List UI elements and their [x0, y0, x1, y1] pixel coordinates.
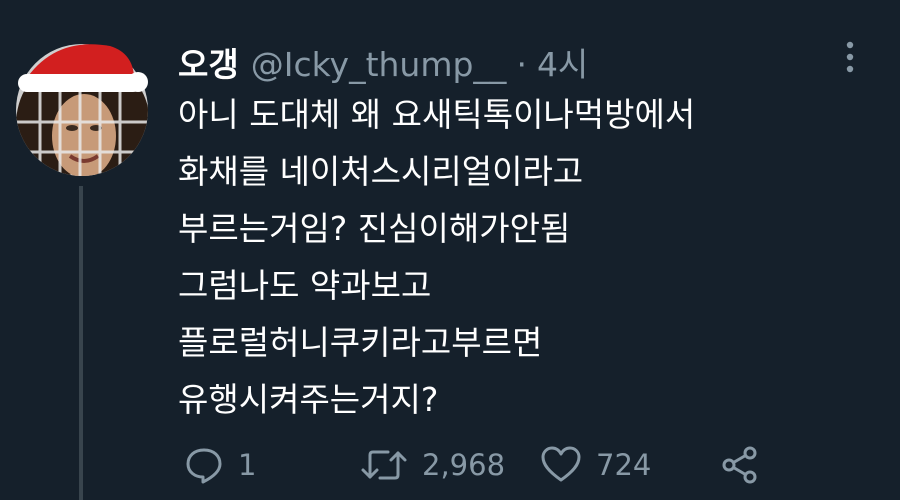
- retweet-count: 2,968: [422, 448, 506, 482]
- tweet-text-line: 화채를 네이처스시리얼이라고: [178, 152, 584, 191]
- retweet-button[interactable]: 2,968: [360, 440, 505, 490]
- avatar[interactable]: [14, 40, 148, 176]
- tweet-text-line: 유행시켜주는거지?: [178, 380, 439, 419]
- thread-line: [79, 186, 83, 500]
- tweet-text: 아니 도대체 왜 요새틱톡이나먹방에서 화채를 네이처스시리얼이라고 부르는거임…: [178, 86, 818, 428]
- share-button[interactable]: [720, 440, 760, 490]
- avatar-column: [14, 40, 152, 176]
- display-name[interactable]: 오갱: [178, 38, 239, 86]
- tweet-text-line: 플로럴허니쿠키라고부르면: [178, 323, 543, 362]
- retweet-arrows-icon: [360, 445, 408, 485]
- vertical-dots-icon[interactable]: [840, 40, 860, 74]
- like-count: 724: [596, 448, 652, 482]
- timestamp[interactable]: 4시: [537, 38, 588, 86]
- tweet-text-line: 그럼나도 약과보고: [178, 266, 432, 305]
- reply-button[interactable]: 1: [184, 440, 256, 490]
- speech-bubble-icon: [184, 445, 224, 485]
- tweet: 오갱 @Icky_thump__ · 4시 아니 도대체 왜 요새틱톡이나먹방에…: [0, 0, 900, 500]
- avatar-image: [16, 44, 148, 176]
- user-handle[interactable]: @Icky_thump__: [251, 45, 507, 84]
- heart-icon: [540, 445, 582, 485]
- action-bar: 1 2,968 724: [178, 440, 778, 490]
- tweet-text-line: 아니 도대체 왜 요새틱톡이나먹방에서: [178, 95, 696, 134]
- separator-dot: ·: [516, 45, 527, 84]
- reply-count: 1: [238, 448, 257, 482]
- share-icon: [720, 445, 760, 485]
- like-button[interactable]: 724: [540, 440, 651, 490]
- tweet-header: 오갱 @Icky_thump__ · 4시: [178, 38, 588, 84]
- tweet-text-line: 부르는거임? 진심이해가안됨: [178, 209, 571, 248]
